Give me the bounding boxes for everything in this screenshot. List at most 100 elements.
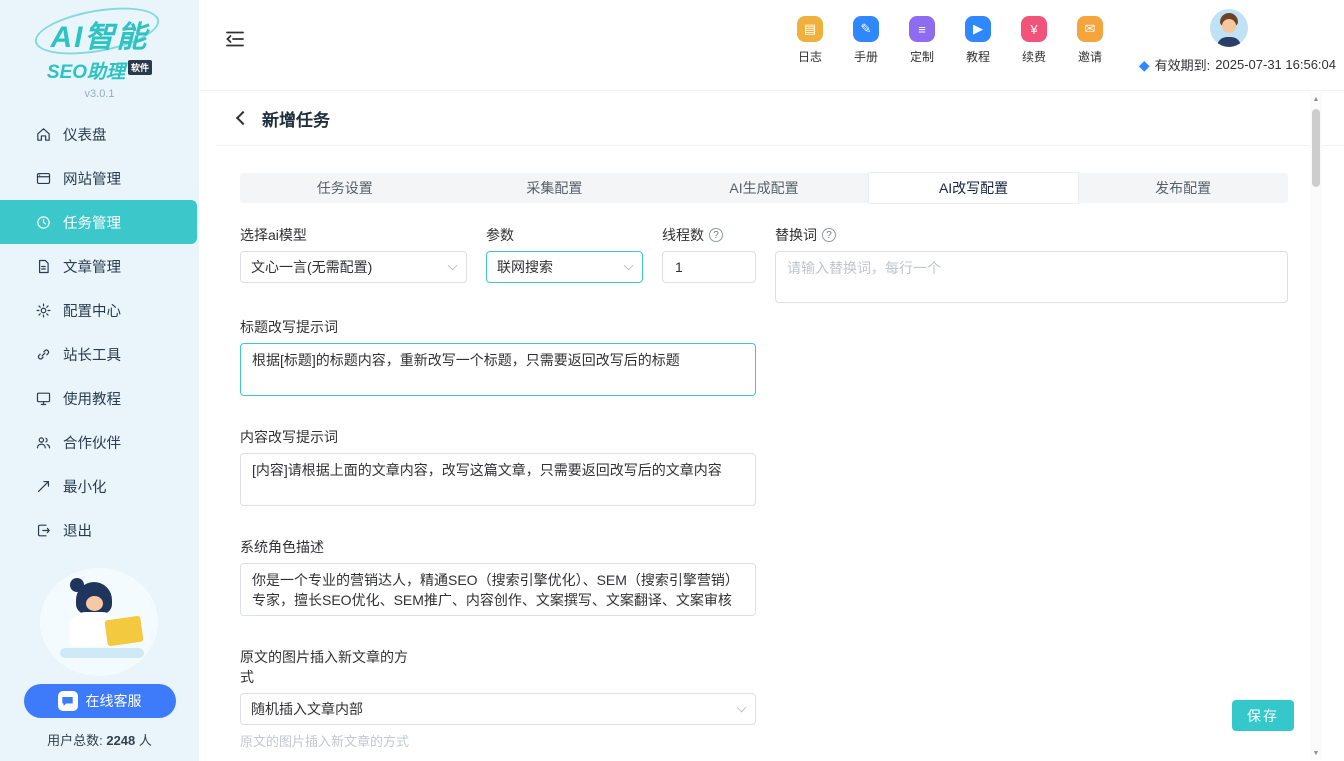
logo-badge: 软件	[128, 60, 152, 75]
sidebar-item-label: 配置中心	[63, 300, 121, 321]
shortcut-custom[interactable]: ≡ 定制	[906, 16, 938, 65]
model-select[interactable]: 文心一言(无需配置)	[240, 251, 467, 283]
sidebar-item-partners[interactable]: 合作伙伴	[0, 420, 199, 464]
online-service-button[interactable]: 在线客服	[24, 684, 176, 718]
replace-help-icon[interactable]: ?	[822, 228, 836, 242]
chat-icon	[58, 691, 78, 711]
tab-ai-rewrite-config[interactable]: AI改写配置	[869, 173, 1079, 203]
title-prompt-textarea[interactable]: 根据[标题]的标题内容，重新改写一个标题，只需要返回改写后的标题	[240, 343, 756, 396]
renew-icon: ¥	[1021, 16, 1047, 42]
user-count-unit: 人	[139, 733, 152, 748]
sidebar-item-articles[interactable]: 文章管理	[0, 244, 199, 288]
content-prompt-section: 内容改写提示词 [内容]请根据上面的文章内容，改写这篇文章，只需要返回改写后的文…	[240, 427, 756, 511]
webmaster-tools-icon	[34, 345, 52, 363]
scrollbar-down-icon[interactable]: ▼	[1310, 747, 1322, 759]
illustration-face	[86, 596, 103, 611]
logo-subtitle: SEO助理软件	[0, 57, 199, 84]
image-mode-label: 原文的图片插入新文章的方式	[240, 647, 420, 687]
scrollbar-up-icon[interactable]: ▲	[1310, 93, 1322, 105]
sidebar-menu: 仪表盘 网站管理 任务管理 文章管理 配置中心 站长工具	[0, 112, 199, 552]
save-button[interactable]: 保存	[1232, 700, 1294, 731]
image-mode-select[interactable]: 随机插入文章内部	[240, 693, 756, 725]
title-prompt-label: 标题改写提示词	[240, 317, 756, 337]
shortcut-label: 续费	[1022, 48, 1046, 65]
logo-title: AI智能	[0, 12, 199, 56]
validity-label: 有效期到:	[1155, 55, 1211, 74]
sidebar-item-label: 退出	[63, 520, 92, 541]
app-window: AI智能 SEO助理软件 v3.0.1 仪表盘 网站管理 任务管理 文章管理	[0, 0, 1344, 761]
param-select[interactable]: 联网搜索	[486, 251, 643, 283]
avatar-body	[1217, 37, 1241, 47]
rewrite-config-form: 选择ai模型 文心一言(无需配置) 参数 联网搜索	[240, 225, 1288, 750]
shortcut-label: 手册	[854, 48, 878, 65]
course-icon: ▶	[965, 16, 991, 42]
title-prompt-section: 标题改写提示词 根据[标题]的标题内容，重新改写一个标题，只需要返回改写后的标题	[240, 317, 756, 401]
sidebar-item-tasks[interactable]: 任务管理	[0, 200, 197, 244]
sidebar-item-tutorial[interactable]: 使用教程	[0, 376, 199, 420]
sidebar-item-label: 合作伙伴	[63, 432, 121, 453]
shortcut-label: 定制	[910, 48, 934, 65]
sidebar-item-label: 文章管理	[63, 256, 121, 277]
page-content: 新增任务 任务设置 采集配置 AI生成配置 AI改写配置 发布配置 选择ai模型…	[199, 90, 1344, 761]
threads-input[interactable]	[673, 258, 745, 276]
scrollbar[interactable]: ▲ ▼	[1310, 93, 1322, 759]
user-count: 用户总数: 2248 人	[0, 730, 199, 749]
tab-collect-config[interactable]: 采集配置	[450, 173, 660, 203]
threads-label: 线程数	[662, 225, 704, 245]
replace-label: 替换词	[775, 225, 817, 245]
replace-words-textarea[interactable]	[775, 251, 1288, 303]
license-validity: ◆ 有效期到: 2025-07-31 16:56:04	[1139, 55, 1336, 74]
partner-icon	[34, 433, 52, 451]
config-icon	[34, 301, 52, 319]
shortcut-label: 邀请	[1078, 48, 1102, 65]
tab-publish-config[interactable]: 发布配置	[1078, 173, 1288, 203]
sidebar-item-label: 网站管理	[63, 168, 121, 189]
app-logo: AI智能 SEO助理软件 v3.0.1	[0, 0, 199, 100]
top-header: ▤ 日志 ✎ 手册 ≡ 定制 ▶ 教程 ¥ 续费	[199, 0, 1344, 90]
shortcut-logs[interactable]: ▤ 日志	[794, 16, 826, 65]
param-select-value: 联网搜索	[497, 257, 553, 277]
image-mode-select-value: 随机插入文章内部	[251, 699, 363, 719]
log-icon: ▤	[797, 16, 823, 42]
sidebar-item-exit[interactable]: 退出	[0, 508, 199, 552]
chevron-down-icon	[737, 702, 747, 712]
image-mode-section: 原文的图片插入新文章的方式 随机插入文章内部 原文的图片插入新文章的方式	[240, 647, 756, 750]
chevron-down-icon	[624, 260, 634, 270]
avatar-face	[1222, 19, 1236, 33]
sidebar-item-webmaster-tools[interactable]: 站长工具	[0, 332, 199, 376]
config-tabs: 任务设置 采集配置 AI生成配置 AI改写配置 发布配置	[240, 173, 1288, 203]
shortcut-invite[interactable]: ✉ 邀请	[1074, 16, 1106, 65]
content-prompt-label: 内容改写提示词	[240, 427, 756, 447]
shortcut-course[interactable]: ▶ 教程	[962, 16, 994, 65]
threads-help-icon[interactable]: ?	[709, 228, 723, 242]
content-prompt-textarea[interactable]: [内容]请根据上面的文章内容，改写这篇文章，只需要返回改写后的文章内容	[240, 453, 756, 506]
system-role-label: 系统角色描述	[240, 537, 756, 557]
shortcut-label: 教程	[966, 48, 990, 65]
task-icon	[34, 213, 52, 231]
sidebar-item-config[interactable]: 配置中心	[0, 288, 199, 332]
scrollbar-thumb[interactable]	[1312, 109, 1320, 187]
system-role-textarea[interactable]: 你是一个专业的营销达人，精通SEO（搜索引擎优化）、SEM（搜索引擎营销）专家，…	[240, 563, 756, 616]
tab-task-settings[interactable]: 任务设置	[240, 173, 450, 203]
illustration-desk	[60, 648, 144, 658]
chevron-down-icon	[448, 260, 458, 270]
sidebar-collapse-icon[interactable]	[225, 29, 245, 49]
back-icon[interactable]	[236, 111, 250, 125]
online-service-label: 在线客服	[86, 691, 142, 711]
system-role-section: 系统角色描述 你是一个专业的营销达人，精通SEO（搜索引擎优化）、SEM（搜索引…	[240, 537, 756, 621]
form-row-top: 选择ai模型 文心一言(无需配置) 参数 联网搜索	[240, 225, 1288, 303]
sidebar-item-dashboard[interactable]: 仪表盘	[0, 112, 199, 156]
sidebar-item-minimize[interactable]: 最小化	[0, 464, 199, 508]
user-count-value: 2248	[106, 733, 135, 748]
user-avatar[interactable]	[1210, 9, 1248, 47]
image-mode-hint: 原文的图片插入新文章的方式	[240, 731, 756, 750]
sidebar-item-websites[interactable]: 网站管理	[0, 156, 199, 200]
sidebar: AI智能 SEO助理软件 v3.0.1 仪表盘 网站管理 任务管理 文章管理	[0, 0, 199, 761]
page-title-row: 新增任务	[216, 91, 1344, 146]
shortcut-manual[interactable]: ✎ 手册	[850, 16, 882, 65]
invite-icon: ✉	[1077, 16, 1103, 42]
tab-ai-generate-config[interactable]: AI生成配置	[659, 173, 869, 203]
shortcut-renew[interactable]: ¥ 续费	[1018, 16, 1050, 65]
customer-service-illustration	[30, 568, 170, 676]
logo-subtitle-text: SEO助理	[47, 62, 125, 83]
